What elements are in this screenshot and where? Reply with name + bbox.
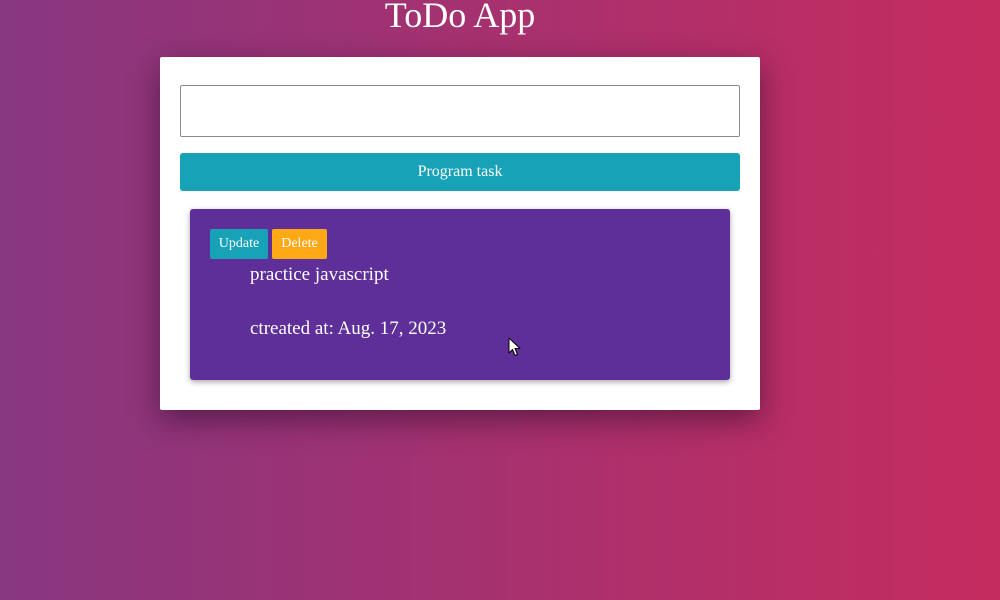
task-input[interactable]	[180, 85, 740, 137]
delete-button[interactable]: Delete	[272, 229, 327, 259]
app-title: ToDo App	[384, 0, 536, 35]
update-button[interactable]: Update	[210, 229, 268, 259]
mouse-pointer-icon	[508, 337, 521, 356]
program-task-button[interactable]: Program task	[180, 153, 740, 191]
todo-form-card: Program task Update Delete practice java…	[160, 57, 760, 410]
todo-created-date: ctreated at: Aug. 17, 2023	[250, 318, 447, 339]
todo-item: Update Delete practice javascript ctreat…	[190, 209, 730, 380]
todo-text: practice javascript	[250, 264, 389, 285]
